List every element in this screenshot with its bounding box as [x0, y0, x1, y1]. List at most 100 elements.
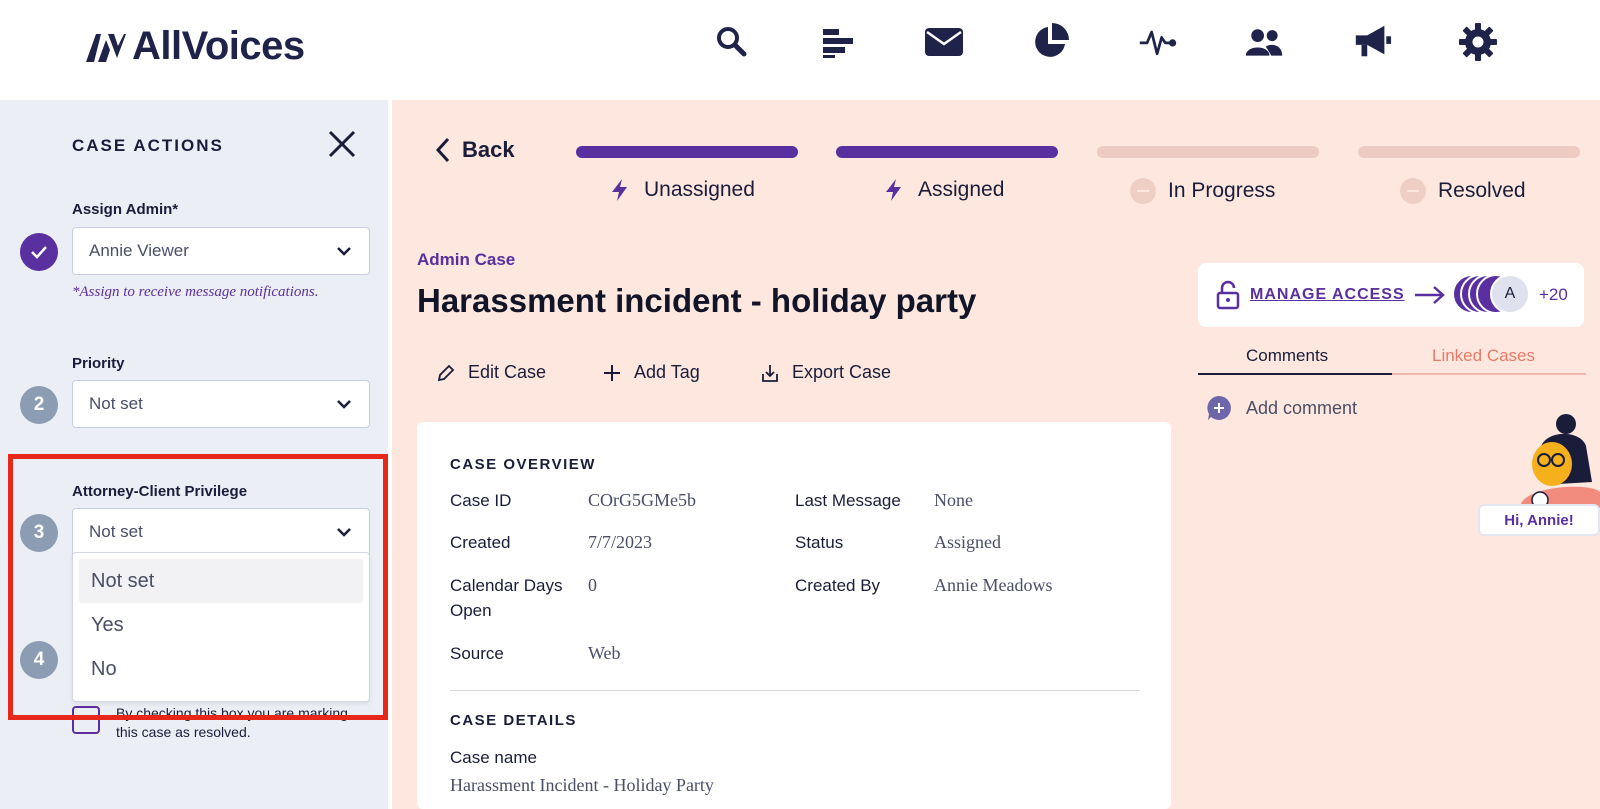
case-overview-title: CASE OVERVIEW [450, 456, 596, 473]
assistant-character-illustration[interactable] [1500, 412, 1600, 508]
case-id-value: COrG5GMe5b [588, 490, 696, 510]
case-id-label: Case ID [450, 491, 512, 510]
privilege-select[interactable]: Not set [72, 508, 370, 556]
stage-label: Resolved [1438, 179, 1526, 202]
created-by-value: Annie Meadows [934, 575, 1053, 595]
assign-admin-label: Assign Admin* [72, 201, 179, 218]
top-navigation-bar: AllVoices [0, 0, 1600, 100]
calendar-days-label-line2: Open [450, 601, 492, 620]
chevron-down-icon [337, 400, 351, 409]
stage-label: In Progress [1168, 179, 1276, 202]
progress-bar-resolved [1358, 146, 1580, 158]
case-title: Harassment incident - holiday party [417, 282, 977, 319]
pulse-icon[interactable] [1138, 22, 1178, 62]
stage-assigned: Assigned [882, 178, 1004, 202]
source-label: Source [450, 644, 504, 663]
add-tag-label: Add Tag [634, 362, 700, 382]
priority-select[interactable]: Not set [72, 380, 370, 428]
search-icon[interactable] [712, 22, 752, 62]
manage-access-link[interactable]: MANAGE ACCESS [1250, 286, 1405, 304]
access-avatar-stack[interactable]: A [1452, 274, 1532, 314]
pencil-icon [437, 364, 455, 381]
resolve-checkbox[interactable] [72, 706, 100, 734]
megaphone-icon[interactable] [1352, 22, 1392, 62]
privilege-label: Attorney-Client Privilege [72, 483, 248, 500]
gear-icon[interactable] [1458, 22, 1498, 62]
stage-unassigned: Unassigned [608, 178, 755, 202]
tab-active-indicator [1198, 373, 1392, 375]
created-label: Created [450, 533, 511, 552]
case-type-label: Admin Case [417, 250, 516, 269]
calendar-days-label-line1: Calendar Days [450, 576, 563, 595]
priority-label: Priority [72, 355, 125, 372]
export-case-button[interactable]: Export Case [760, 362, 891, 383]
case-actions-sidebar [0, 100, 388, 809]
case-name-value: Harassment Incident - Holiday Party [450, 775, 714, 795]
tab-comments[interactable]: Comments [1246, 346, 1328, 366]
add-comment-label: Add comment [1246, 397, 1358, 418]
assign-admin-select[interactable]: Annie Viewer [72, 227, 370, 275]
progress-bar-assigned [836, 146, 1058, 158]
source-value: Web [588, 643, 621, 663]
add-comment-icon [1207, 396, 1231, 420]
step-number-3: 3 [20, 514, 58, 552]
arrow-right-icon [1415, 286, 1445, 304]
lightning-icon [612, 179, 627, 201]
case-details-title: CASE DETAILS [450, 712, 577, 729]
created-value: 7/7/2023 [588, 532, 653, 552]
users-icon[interactable] [1244, 22, 1284, 62]
case-actions-title: CASE ACTIONS [72, 136, 224, 155]
dropdown-option-yes[interactable]: Yes [79, 603, 363, 647]
list-icon[interactable] [818, 22, 858, 62]
case-name-label: Case name [450, 748, 537, 767]
download-icon [762, 364, 778, 382]
extra-users-count: +20 [1539, 285, 1568, 304]
brand-name: AllVoices [132, 24, 305, 68]
chevron-down-icon [337, 247, 351, 256]
assign-admin-hint: *Assign to receive message notifications… [72, 284, 319, 300]
priority-value: Not set [89, 394, 143, 413]
tab-linked-cases[interactable]: Linked Cases [1432, 346, 1535, 366]
resolve-checkbox-label: By checking this box you are marking thi… [116, 705, 348, 740]
dropdown-option-not-set[interactable]: Not set [79, 559, 363, 603]
progress-bar-in-progress [1097, 146, 1319, 158]
export-case-label: Export Case [792, 362, 892, 382]
mail-icon[interactable] [924, 22, 964, 62]
chevron-left-icon [435, 137, 450, 163]
status-label: Status [795, 533, 844, 552]
step-number-4: 4 [20, 641, 58, 679]
lightning-icon [886, 179, 901, 201]
privilege-dropdown-menu: Not set Yes No [72, 552, 370, 702]
avatar: A [1490, 274, 1530, 314]
stage-label: Assigned [918, 178, 1005, 201]
edit-case-label: Edit Case [468, 362, 547, 382]
last-message-label: Last Message [795, 491, 901, 510]
step-number-2: 2 [20, 386, 58, 424]
chevron-down-icon [337, 528, 351, 537]
brand-logo[interactable]: AllVoices [84, 24, 305, 69]
plus-icon [604, 364, 620, 381]
add-comment-button[interactable]: Add comment [1206, 395, 1357, 421]
assign-admin-value: Annie Viewer [89, 241, 189, 260]
greeting-bubble[interactable]: Hi, Annie! [1478, 504, 1600, 536]
tab-underline [1392, 373, 1586, 375]
pending-minus-icon [1130, 178, 1156, 204]
section-divider [450, 690, 1140, 691]
progress-bar-unassigned [576, 146, 798, 158]
privilege-value: Not set [89, 522, 143, 541]
add-tag-button[interactable]: Add Tag [602, 362, 700, 383]
status-value: Assigned [934, 532, 1001, 552]
back-button[interactable]: Back [434, 136, 515, 164]
unlock-icon [1216, 280, 1240, 310]
stage-in-progress: In Progress [1130, 178, 1275, 204]
edit-case-button[interactable]: Edit Case [436, 362, 546, 383]
dropdown-option-no[interactable]: No [79, 647, 363, 691]
pie-chart-icon[interactable] [1030, 22, 1070, 62]
close-icon[interactable] [326, 128, 358, 160]
back-label: Back [462, 137, 515, 162]
step-complete-check-icon [20, 233, 58, 271]
allvoices-logo-icon [86, 33, 126, 62]
stage-label: Unassigned [644, 178, 755, 201]
calendar-days-value: 0 [588, 575, 597, 595]
last-message-value: None [934, 490, 973, 510]
